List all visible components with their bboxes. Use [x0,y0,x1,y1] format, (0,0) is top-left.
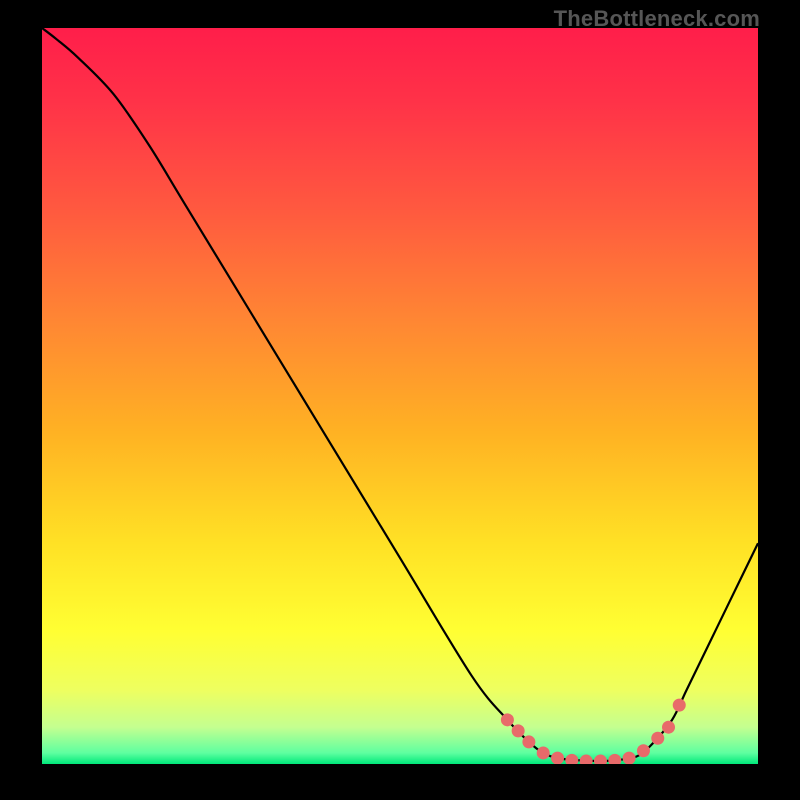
marker-dot [522,735,535,748]
chart-plot [42,28,758,764]
chart-background-gradient [42,28,758,764]
marker-dot [537,746,550,759]
chart-svg [42,28,758,764]
marker-dot [512,724,525,737]
marker-dot [501,713,514,726]
marker-dot [651,732,664,745]
marker-dot [637,744,650,757]
marker-dot [673,699,686,712]
marker-dot [623,752,636,764]
marker-dot [551,752,564,764]
marker-dot [662,721,675,734]
